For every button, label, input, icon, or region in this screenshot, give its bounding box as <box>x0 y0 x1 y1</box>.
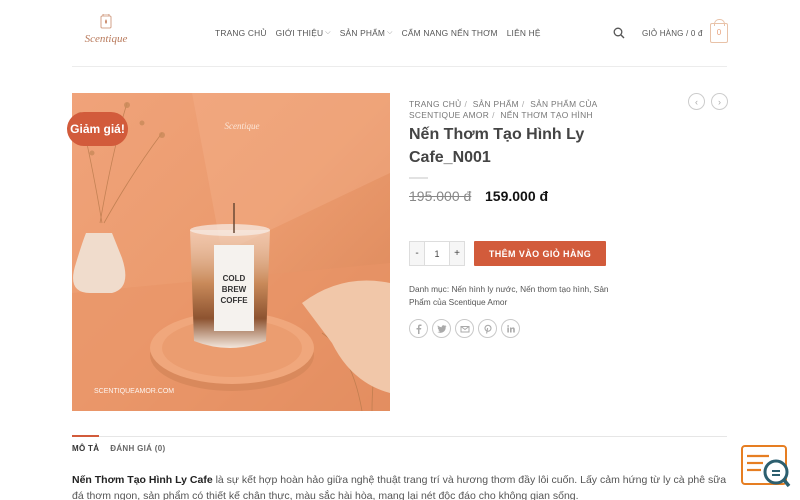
svg-text:SCENTIQUEAMOR.COM: SCENTIQUEAMOR.COM <box>94 388 174 395</box>
cart-icon[interactable]: 0 <box>710 19 728 43</box>
twitter-icon[interactable] <box>432 319 451 338</box>
product-title: Nến Thơm Tạo Hình Ly Cafe_N001 <box>409 126 585 166</box>
next-product-icon[interactable]: › <box>711 93 728 110</box>
breadcrumb: TRANG CHỦ / SẢN PHẨM / SẢN PHẨM CỦA SCENTI… <box>409 99 598 120</box>
chevron-down-icon: ⌵ <box>325 29 331 36</box>
sale-price: 159.000 đ <box>485 188 549 204</box>
svg-text:COLD: COLD <box>223 274 246 283</box>
tab-reviews[interactable]: ĐÁNH GIÁ (0) <box>110 441 165 458</box>
facebook-icon[interactable] <box>409 319 428 338</box>
title-divider <box>409 177 428 179</box>
linkedin-icon[interactable] <box>501 319 520 338</box>
nav-item-cam-nang-nen-thom[interactable]: CẨM NANG NẾN THƠM <box>402 28 498 38</box>
nav-item-gioi-thieu[interactable]: GIỚI THIỆU ⌵ <box>276 28 331 38</box>
nav-item-label: SẢN PHẨM <box>339 28 386 38</box>
header-divider <box>72 66 727 67</box>
pinterest-icon[interactable] <box>478 319 497 338</box>
svg-text:Scentique: Scentique <box>225 121 260 131</box>
site-header: Scentique TRANG CHỦ GIỚI THIỆU ⌵ SẢN PHẨM ⌵ C… <box>0 0 800 66</box>
quantity-stepper: - 1 + <box>409 241 465 266</box>
nav-item-label: LIÊN HỆ <box>506 28 541 38</box>
site-logo[interactable]: Scentique <box>78 14 134 54</box>
product-nav: ‹ › <box>688 93 728 110</box>
prev-product-icon[interactable]: ‹ <box>688 93 705 110</box>
share-buttons <box>409 319 520 338</box>
breadcrumb-products[interactable]: SẢN PHẨM <box>473 99 519 109</box>
old-price: 195.000 đ <box>409 188 472 204</box>
nav-item-label: GIỚI THIỆU <box>275 28 324 38</box>
qty-plus-button[interactable]: + <box>449 241 465 266</box>
quantity-input[interactable]: 1 <box>425 241 449 266</box>
categories-label: Danh mục: <box>409 284 450 294</box>
qty-minus-button[interactable]: - <box>409 241 425 266</box>
main-nav: TRANG CHỦ GIỚI THIỆU ⌵ SẢN PHẨM ⌵ CẨM NANG NẾ… <box>215 28 550 38</box>
description-product-name: Nến Thơm Tạo Hình Ly Cafe <box>72 474 213 486</box>
search-icon[interactable] <box>613 27 625 39</box>
tab-description[interactable]: MÔ TẢ <box>72 435 100 458</box>
breadcrumb-home[interactable]: TRANG CHỦ <box>409 99 461 109</box>
tabs-divider <box>72 436 727 437</box>
nav-item-san-pham[interactable]: SẢN PHẨM ⌵ <box>340 28 393 38</box>
nav-item-lien-he[interactable]: LIÊN HỆ <box>507 28 541 38</box>
nav-item-label: CẨM NANG NẾN THƠM <box>401 28 498 38</box>
search-widget-icon[interactable] <box>741 444 791 488</box>
sale-badge: Giảm giá! <box>67 112 128 146</box>
product-tabs: MÔ TẢ ĐÁNH GIÁ (0) <box>72 435 165 458</box>
product-description: Nến Thơm Tạo Hình Ly Cafe là sự kết hợp … <box>72 472 727 500</box>
cart-link[interactable]: GIỎ HÀNG / 0 đ <box>642 29 703 38</box>
add-to-cart-button[interactable]: THÊM VÀO GIỎ HÀNG <box>474 241 606 266</box>
email-icon[interactable] <box>455 319 474 338</box>
nav-item-label: TRANG CHỦ <box>215 28 267 38</box>
chevron-down-icon: ⌵ <box>387 29 393 36</box>
svg-text:COFFE: COFFE <box>220 296 248 305</box>
svg-text:BREW: BREW <box>222 285 247 294</box>
svg-text:Scentique: Scentique <box>85 33 128 45</box>
product-categories: Danh mục: Nến hình ly nước, Nến thơm tạo… <box>409 283 624 309</box>
nav-item-trang-chu[interactable]: TRANG CHỦ <box>215 28 267 38</box>
breadcrumb-shaped-candles[interactable]: NẾN THƠM TẠO HÌNH <box>500 110 592 120</box>
